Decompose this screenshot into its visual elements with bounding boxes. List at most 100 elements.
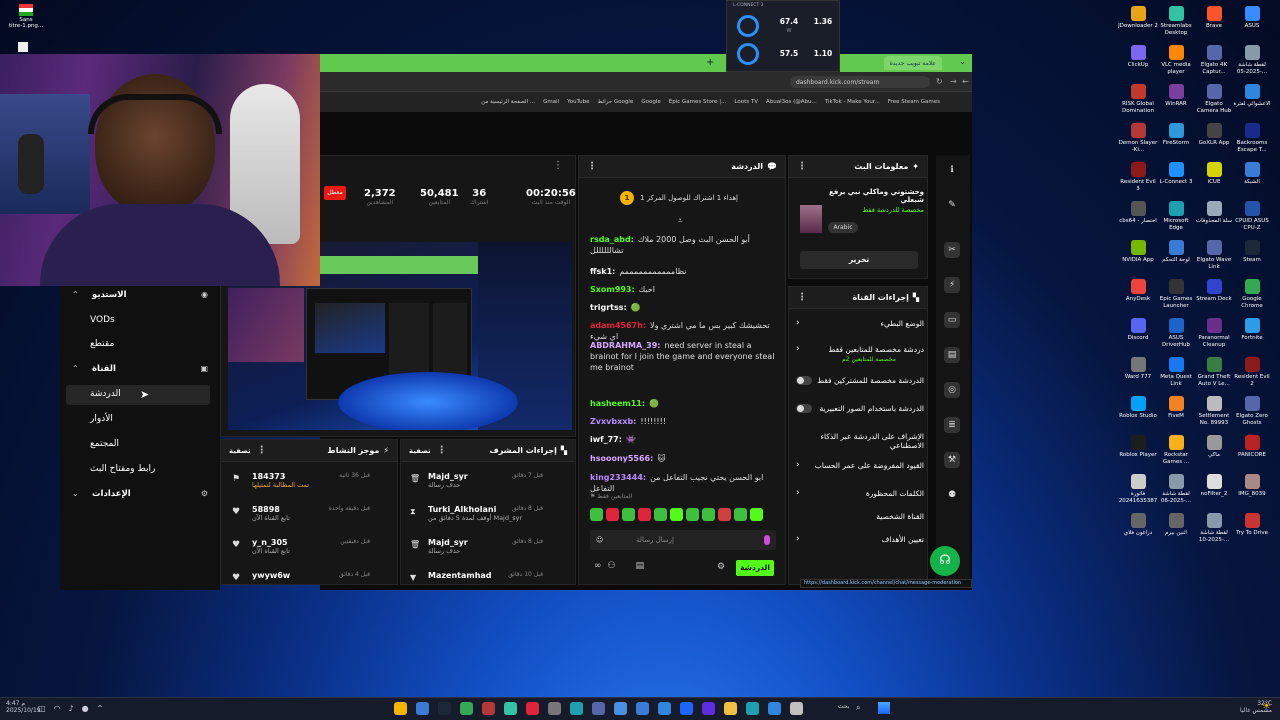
- desktop-shortcut[interactable]: Elgato Wave Link: [1194, 240, 1234, 270]
- taskbar-app-icon[interactable]: [460, 702, 473, 715]
- chat-username[interactable]: ffsk1:: [590, 267, 615, 276]
- live-status-badge[interactable]: معطل: [324, 186, 346, 200]
- desktop-shortcut[interactable]: Stream Deck: [1194, 279, 1234, 303]
- desktop-shortcut[interactable]: سلة المحذوفات: [1194, 201, 1234, 225]
- channel-action-row[interactable]: › القيود المفروضة على عمر الحساب: [796, 460, 924, 470]
- nav-stream-key[interactable]: رابط ومفتاح البث: [90, 464, 155, 474]
- desktop-shortcut[interactable]: Grand Theft Auto V Le...: [1194, 357, 1234, 387]
- desktop-shortcut[interactable]: Demon Slayer -Ki...: [1118, 123, 1158, 153]
- desktop-shortcut[interactable]: ASUS: [1232, 6, 1272, 30]
- more-icon[interactable]: ⋮: [553, 160, 563, 171]
- mod-action-row[interactable]: 🗑 Majd_syr حذف رسالة قبل 8 دقائق: [408, 538, 573, 555]
- desktop-shortcut[interactable]: لقطة شاشة 2025-06-...: [1156, 474, 1196, 504]
- desktop-shortcut[interactable]: اثنين بيرم: [1156, 513, 1196, 537]
- chevron-up-icon[interactable]: ⌃: [97, 704, 104, 713]
- pinned-goal[interactable]: 1 إهداء 1 اشتراك للوصول المركز 1: [620, 188, 780, 208]
- desktop-shortcut[interactable]: Brave: [1194, 6, 1234, 30]
- chat-username[interactable]: adam4567h:: [590, 321, 646, 330]
- desktop-shortcut[interactable]: Discord: [1118, 318, 1158, 342]
- taskbar-app-icon[interactable]: [526, 702, 539, 715]
- send-chat-button[interactable]: الدردشة: [736, 560, 774, 576]
- taskbar-search[interactable]: بحث: [838, 703, 849, 710]
- server-icon[interactable]: ≣: [944, 417, 960, 433]
- emote-icon[interactable]: [734, 507, 747, 521]
- taskbar-app-icon[interactable]: [394, 702, 407, 715]
- chat-username[interactable]: hasheem11:: [590, 399, 645, 408]
- bookmark-item[interactable]: YouTube: [567, 99, 589, 105]
- taskbar-app-icon[interactable]: [702, 702, 715, 715]
- desktop-shortcut[interactable]: Roblox Player: [1118, 435, 1158, 459]
- desktop-shortcut[interactable]: Microsoft Edge: [1156, 201, 1196, 231]
- chat-username[interactable]: hsooony5566:: [590, 454, 653, 463]
- channel-action-row[interactable]: › دردشة مخصصة للمتابعين فقط: [796, 344, 924, 354]
- desktop-shortcut[interactable]: iCUE: [1194, 162, 1234, 186]
- channel-action-row[interactable]: › الكلمات المحظورة: [796, 488, 924, 498]
- desktop-shortcut[interactable]: Fortnite: [1232, 318, 1272, 342]
- scissors-icon[interactable]: ✂: [944, 242, 960, 258]
- nav-chat-active[interactable]: [66, 385, 210, 405]
- pencil-icon[interactable]: ✎: [944, 197, 960, 213]
- taskbar-app-icon[interactable]: [790, 702, 803, 715]
- activity-user[interactable]: 58898: [252, 505, 400, 514]
- desktop-shortcut[interactable]: Google Chrome: [1232, 279, 1272, 309]
- desktop-shortcut[interactable]: Backrooms Escape T...: [1232, 123, 1272, 153]
- desktop-shortcut[interactable]: AnyDesk: [1118, 279, 1158, 303]
- desktop-shortcut[interactable]: ClickUp: [1118, 45, 1158, 69]
- channel-action-row[interactable]: الدردشة مخصصة للمشتركين فقط: [796, 376, 924, 385]
- browser-tab[interactable]: علامة تبويب جديدة: [883, 56, 942, 70]
- mod-target-user[interactable]: Majd_syr: [428, 472, 573, 481]
- desktop-shortcut[interactable]: دراغون فلاي: [1118, 513, 1158, 537]
- toggle-switch[interactable]: [796, 376, 812, 385]
- mod-action-row[interactable]: ⧗ Turki_Alkholani أوقف لمدة 5 دقائق من Maj…: [408, 505, 573, 522]
- channel-action-row[interactable]: › الوضع البطيء: [796, 318, 924, 328]
- chat-message[interactable]: Sxom993: احبك: [590, 284, 775, 295]
- nav-community[interactable]: المجتمع: [90, 439, 119, 449]
- support-headset-icon[interactable]: ☊: [930, 546, 960, 576]
- desktop-shortcut[interactable]: Elgato Camera Hub: [1194, 84, 1234, 114]
- taskbar-app-icon[interactable]: [636, 702, 649, 715]
- desktop-shortcut[interactable]: IMG_8039: [1232, 474, 1272, 498]
- desktop-file-sans-titre[interactable]: Sans titre-1.png...: [6, 4, 46, 29]
- bookmark-item[interactable]: حرائط Google: [597, 99, 633, 105]
- desktop-shortcut[interactable]: الشبكة: [1232, 162, 1272, 186]
- toggle-switch[interactable]: [796, 404, 812, 413]
- nav-channel-row[interactable]: ⌃ القناة ▣: [70, 364, 210, 376]
- chat-username[interactable]: ABDRAHMA_39:: [590, 341, 660, 350]
- reload-icon[interactable]: ↻: [936, 77, 943, 86]
- desktop-shortcut[interactable]: noFilter_2: [1194, 474, 1234, 498]
- activity-user[interactable]: y_n_305: [252, 538, 400, 547]
- taskbar-app-icon[interactable]: [768, 702, 781, 715]
- users-icon[interactable]: ⚇: [608, 561, 616, 571]
- chat-input[interactable]: ☺ إرسال رسالة: [590, 530, 776, 550]
- wifi-icon[interactable]: ◠: [54, 704, 61, 713]
- channel-action-row[interactable]: الدردشة باستخدام الصور التعبيرية: [796, 404, 924, 413]
- taskbar-app-icon[interactable]: [592, 702, 605, 715]
- info-icon[interactable]: ℹ: [944, 162, 960, 178]
- taskbar-app-icon[interactable]: [438, 702, 451, 715]
- chat-message[interactable]: adam4567h: تحشيشك كبير بس ما مي اشتري ولا…: [590, 320, 775, 342]
- channel-action-row[interactable]: القناة الشخصية: [796, 512, 924, 521]
- search-icon[interactable]: ⌕: [856, 703, 860, 713]
- activity-row[interactable]: ♥ 58898 تابع القناة الآن قبل دقيقة واحدة: [230, 505, 400, 522]
- activity-row[interactable]: ⚑ 184373 تمت المطالبة لتمثيلها قبل 36 ثانية: [230, 472, 400, 489]
- nav-studio-row[interactable]: ⌃ الاستديو ◉: [70, 290, 210, 302]
- chat-message[interactable]: ffsk1: نظامممممممممممم: [590, 266, 775, 277]
- emote-icon[interactable]: [606, 507, 619, 521]
- forward-icon[interactable]: →: [950, 77, 957, 86]
- mod-action-row[interactable]: 🗑 Majd_syr حذف رسالة قبل 7 دقائق: [408, 472, 573, 489]
- desktop-shortcut[interactable]: Elgato Zero Ghosts: [1232, 396, 1272, 426]
- desktop-shortcut[interactable]: VLC media player: [1156, 45, 1196, 75]
- bookmark-item[interactable]: Google: [641, 99, 660, 105]
- chat-username[interactable]: Zvxvbxxb:: [590, 417, 636, 426]
- start-icon[interactable]: [878, 702, 890, 714]
- desktop-shortcut[interactable]: GoXLR App: [1194, 123, 1234, 147]
- mod-target-user[interactable]: Turki_Alkholani: [428, 505, 573, 514]
- taskbar-app-icon[interactable]: [680, 702, 693, 715]
- emote-icon[interactable]: [686, 507, 699, 521]
- chat-message[interactable]: rsda_abd: أبو الحسن البث وصل 2000 ملاك تش…: [590, 234, 775, 256]
- desktop-shortcut[interactable]: NVIDIA App: [1118, 240, 1158, 264]
- chat-message[interactable]: iwf_77: 👾: [590, 434, 775, 445]
- lightning-icon[interactable]: ⚡: [944, 277, 960, 293]
- wrench-icon[interactable]: ⚒: [944, 452, 960, 468]
- notification-icon[interactable]: ◫: [38, 704, 46, 713]
